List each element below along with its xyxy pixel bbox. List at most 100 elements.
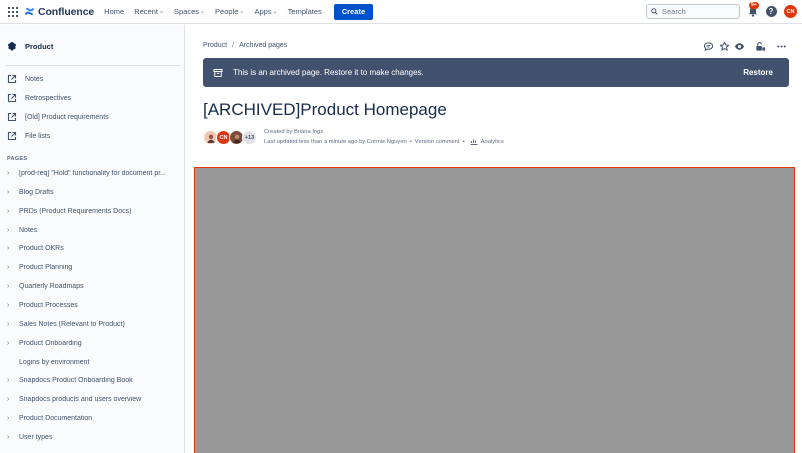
breadcrumb-archived-pages[interactable]: Archived pages bbox=[239, 42, 287, 49]
shortcut-notes[interactable]: Notes bbox=[7, 74, 43, 84]
external-link-icon bbox=[7, 74, 17, 84]
watch-eye-icon[interactable] bbox=[734, 41, 745, 52]
chevron-down-icon: ⌄ bbox=[272, 9, 278, 15]
sidebar-page-label: Product Documentation bbox=[19, 415, 93, 423]
chevron-right-icon[interactable]: › bbox=[7, 321, 13, 328]
breadcrumb-product[interactable]: Product bbox=[203, 42, 227, 49]
chevron-right-icon[interactable]: › bbox=[7, 189, 13, 196]
restrictions-unlock-icon[interactable] bbox=[755, 41, 766, 52]
chevron-right-icon[interactable]: › bbox=[7, 170, 13, 177]
external-link-icon bbox=[7, 112, 17, 122]
chevron-right-icon[interactable]: › bbox=[7, 340, 13, 347]
sidebar-page-label: Notes bbox=[19, 226, 38, 234]
help-button[interactable]: ? bbox=[765, 5, 777, 17]
nav-spaces-label: Spaces bbox=[173, 7, 200, 16]
shortcut-label: Retrospectives bbox=[25, 94, 72, 102]
breadcrumb: Product / Archived pages bbox=[203, 42, 287, 49]
chevron-right-icon[interactable]: › bbox=[7, 264, 13, 271]
sidebar-page-item[interactable]: › Product OKRs bbox=[7, 245, 177, 252]
sidebar-page-item[interactable]: › Product Planning bbox=[7, 264, 177, 271]
sidebar-page-label: Blog Drafts bbox=[19, 188, 54, 196]
sidebar-page-item[interactable]: › Product Documentation bbox=[7, 415, 177, 422]
sidebar-page-label: Product Onboarding bbox=[19, 339, 82, 347]
chevron-right-icon[interactable]: › bbox=[7, 227, 13, 234]
sidebar-page-item[interactable]: › Product Processes bbox=[7, 302, 177, 309]
space-header[interactable]: Product bbox=[7, 41, 53, 51]
sidebar-page-item[interactable]: › User types bbox=[7, 434, 177, 441]
analytics-chart-icon bbox=[470, 139, 478, 145]
sidebar-page-item[interactable]: › Snapdocs Product Onboarding Book bbox=[7, 377, 177, 384]
archived-banner: This is an archived page. Restore it to … bbox=[203, 58, 789, 87]
search-box[interactable] bbox=[646, 4, 740, 19]
nav-recent-label: Recent bbox=[134, 7, 158, 16]
comment-icon[interactable] bbox=[703, 41, 714, 52]
sidebar-page-item[interactable]: Logins by environment bbox=[7, 359, 177, 366]
sidebar-page-label: [prod-req] "Hold" functionality for docu… bbox=[19, 170, 166, 177]
chevron-right-icon[interactable]: › bbox=[7, 396, 13, 403]
more-actions-icon[interactable] bbox=[776, 41, 787, 52]
shortcut-retrospectives[interactable]: Retrospectives bbox=[7, 93, 71, 103]
app-switcher-icon[interactable] bbox=[8, 6, 18, 17]
sidebar-page-item[interactable]: › Product Onboarding bbox=[7, 340, 177, 347]
contributors[interactable]: CN +13 bbox=[203, 130, 257, 145]
user-avatar[interactable]: CN bbox=[784, 5, 797, 18]
sidebar-page-item[interactable]: › PRDs (Product Requirements Docs) bbox=[7, 208, 177, 215]
nav-home-label: Home bbox=[104, 7, 125, 16]
sidebar-page-label: Snapdocs Product Onboarding Book bbox=[19, 377, 133, 385]
nav-templates[interactable]: Templates bbox=[288, 7, 322, 16]
chevron-right-icon[interactable]: › bbox=[7, 434, 13, 441]
space-name: Product bbox=[25, 41, 54, 51]
chevron-right-icon[interactable]: › bbox=[7, 245, 13, 252]
shortcut-old-product-requirements[interactable]: [Old] Product requirements bbox=[7, 112, 109, 122]
nav-people[interactable]: People ⌄ bbox=[215, 7, 244, 16]
notification-count-badge: 9+ bbox=[749, 2, 759, 9]
shortcut-label: File lists bbox=[25, 132, 51, 140]
sidebar-page-item[interactable]: › Quarterly Roadmaps bbox=[7, 283, 177, 290]
sidebar-page-label: Quarterly Roadmaps bbox=[19, 283, 84, 291]
separator-dot: • bbox=[462, 138, 465, 145]
star-icon[interactable] bbox=[719, 41, 730, 52]
chevron-right-icon[interactable]: › bbox=[7, 208, 13, 215]
external-link-icon bbox=[7, 93, 17, 103]
sidebar-page-item[interactable]: › Blog Drafts bbox=[7, 189, 177, 196]
divider bbox=[6, 65, 180, 66]
create-button[interactable]: Create bbox=[333, 3, 374, 20]
archive-icon bbox=[213, 68, 223, 77]
chevron-down-icon: ⌄ bbox=[239, 9, 245, 15]
nav-templates-label: Templates bbox=[287, 7, 322, 16]
sidebar-page-item[interactable]: › Sales Notes (Relevant to Product) bbox=[7, 321, 177, 328]
more-contributors-badge[interactable]: +13 bbox=[242, 130, 257, 145]
nav-spaces[interactable]: Spaces ⌄ bbox=[174, 7, 205, 16]
sidebar-page-item[interactable]: › Snapdocs products and users overview bbox=[7, 396, 177, 403]
nav-apps[interactable]: Apps ⌄ bbox=[254, 7, 277, 16]
sidebar-page-label: Product Processes bbox=[19, 301, 78, 309]
page-title: [ARCHIVED]Product Homepage bbox=[203, 100, 447, 119]
page-metadata: Created by Briana Ings Last updated less… bbox=[264, 129, 504, 145]
chevron-right-icon[interactable]: › bbox=[7, 302, 13, 309]
sidebar-page-item[interactable]: › Notes bbox=[7, 227, 177, 234]
sidebar-page-label: Product Planning bbox=[19, 264, 73, 272]
confluence-logo[interactable]: Confluence bbox=[24, 6, 94, 18]
shortcut-file-lists[interactable]: File lists bbox=[7, 131, 50, 141]
sidebar: Product Notes Retrospectives [Old] Produ… bbox=[0, 25, 185, 453]
last-updated[interactable]: Last updated less than a minute ago by C… bbox=[264, 139, 407, 145]
nav-apps-label: Apps bbox=[254, 7, 272, 16]
analytics-link[interactable]: Analytics bbox=[481, 139, 504, 145]
sidebar-page-item[interactable]: › [prod-req] "Hold" functionality for doc… bbox=[7, 170, 177, 177]
chevron-right-icon[interactable]: › bbox=[7, 415, 13, 422]
restore-button[interactable]: Restore bbox=[743, 68, 773, 77]
nav-people-label: People bbox=[215, 7, 239, 16]
sidebar-page-label: Logins by environment bbox=[19, 358, 90, 366]
nav-recent[interactable]: Recent ⌄ bbox=[134, 7, 164, 16]
banner-message: This is an archived page. Restore it to … bbox=[233, 68, 424, 77]
chevron-down-icon: ⌄ bbox=[200, 9, 206, 15]
chevron-right-icon[interactable]: › bbox=[7, 377, 13, 384]
search-input[interactable] bbox=[662, 7, 732, 16]
person-photo-icon bbox=[207, 134, 214, 143]
nav-home[interactable]: Home bbox=[104, 7, 124, 16]
sidebar-page-label: PRDs (Product Requirements Docs) bbox=[19, 207, 132, 215]
sidebar-page-label: Sales Notes (Relevant to Product) bbox=[19, 320, 125, 328]
pages-heading: PAGES bbox=[7, 156, 28, 162]
version-comment-link[interactable]: Version comment bbox=[415, 139, 460, 145]
chevron-right-icon[interactable]: › bbox=[7, 283, 13, 290]
